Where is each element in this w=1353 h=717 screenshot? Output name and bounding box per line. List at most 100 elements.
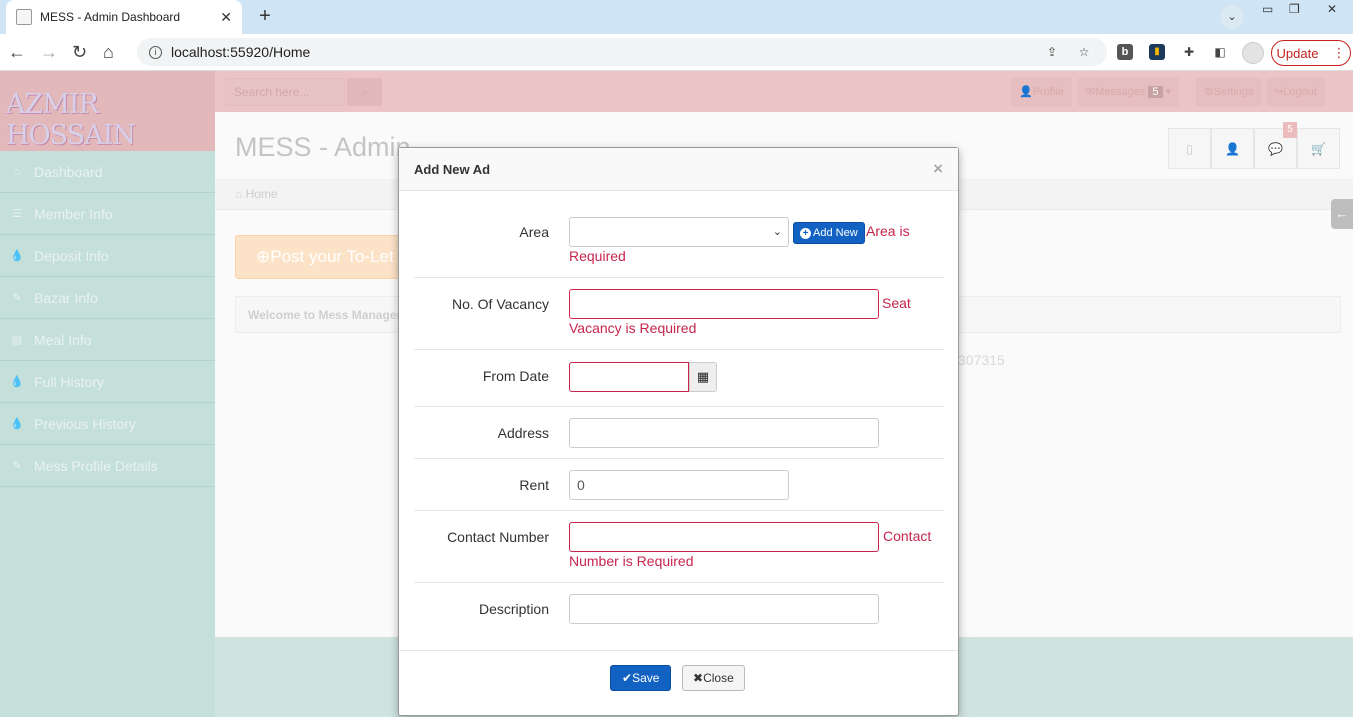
header-icon-group: ▯ 👤 💬 🛒 [1168,128,1340,169]
browser-tab[interactable]: MESS - Admin Dashboard ✕ [6,0,242,34]
logo-text: AZMIR HOSSAIN [6,89,136,151]
home-icon: ⌂ [235,187,243,201]
browser-toolbar: ← → ↻ ⌂ i localhost:55920/Home ⇪ ☆ b ▮ ✚… [0,34,1353,71]
new-tab-icon[interactable]: + [252,5,278,29]
save-label: Save [632,671,660,685]
bookmark-star-icon[interactable]: ☆ [1076,44,1092,60]
window-close-icon[interactable]: ✕ [1327,2,1337,16]
modal-footer: ✔Save ✖Close [399,650,958,716]
description-input[interactable] [569,594,879,624]
sidebar-item-dashboard[interactable]: ⌂ Dashboard [0,151,215,193]
plus-circle-icon: ⊕ [256,247,271,266]
notification-badge: 5 [1283,122,1297,138]
page-title: MESS - Admin [235,132,411,162]
document-icon[interactable]: ▯ [1168,128,1211,169]
list-icon: ☰ [12,208,22,220]
reload-icon[interactable]: ↻ [72,42,87,62]
area-error: Area is Required [569,223,910,264]
search-input[interactable]: Search here... [225,78,345,106]
rent-input[interactable] [569,470,789,500]
browser-tabbar: MESS - Admin Dashboard ✕ + ⌄ ▭ ❐ ✕ [0,0,1353,34]
from-date-input[interactable] [569,362,689,392]
drop-icon: 💧 [10,376,24,388]
extension-b-icon[interactable]: b [1117,44,1133,60]
from-date-label: From Date [482,368,549,384]
close-x-icon: ✖ [693,671,704,685]
check-icon: ✔ [622,671,633,685]
sidebar-item-meal-info[interactable]: ▤ Meal Info [0,319,215,361]
sidebar-item-previous-history[interactable]: 💧 Previous History [0,403,215,445]
user-icon[interactable]: 👤 [1211,128,1254,169]
tab-title: MESS - Admin Dashboard [40,10,181,24]
sidebar: ⌂ Dashboard ☰ Member Info 💧 Deposit Info ✎ B… [0,151,215,717]
sidebar-item-label: Deposit Info [34,247,109,264]
extensions-puzzle-icon[interactable]: ✚ [1181,44,1197,60]
close-label: Close [703,671,734,685]
post-to-let-button[interactable]: ⊕Post your To-Let [235,235,405,279]
sidebar-item-label: Full History [34,373,105,390]
tab-close-icon[interactable]: ✕ [220,9,232,26]
messages-link[interactable]: ✉Messages 5 ▾ [1078,78,1180,106]
sidebar-item-mess-profile-details[interactable]: ✎ Mess Profile Details [0,445,215,487]
modal-title: Add New Ad [414,161,491,177]
sidebar-item-member-info[interactable]: ☰ Member Info [0,193,215,235]
settings-label: Settings [1213,86,1254,98]
logout-link[interactable]: ↪Logout [1266,78,1325,106]
modal-close-icon[interactable]: × [933,159,943,179]
sidebar-item-deposit-info[interactable]: 💧 Deposit Info [0,235,215,277]
profile-avatar-icon[interactable] [1242,42,1264,64]
minimize-icon[interactable]: ▭ [1262,2,1273,16]
update-label: Update [1276,45,1319,61]
settings-link[interactable]: ⚙Settings [1196,78,1262,106]
sidebar-item-label: Previous History [34,415,136,432]
update-button[interactable]: Update ⋮ [1271,40,1351,66]
breadcrumb-home[interactable]: Home [246,187,278,201]
messages-badge: 5 [1148,86,1163,98]
home-icon: ⌂ [13,165,21,178]
search-icon[interactable]: ⌕ [347,78,382,106]
address-bar[interactable]: i localhost:55920/Home [137,38,1107,66]
post-to-let-label: Post your To-Let [270,247,394,266]
drop-icon: 💧 [10,418,24,430]
sidebar-item-label: Member Info [34,205,113,222]
modal-header: Add New Ad × [399,148,958,191]
messages-label: Messages [1095,86,1146,98]
home-icon[interactable]: ⌂ [103,42,114,62]
page-favicon-icon [16,9,32,25]
sidebar-item-label: Dashboard [34,163,103,180]
close-button[interactable]: ✖Close [682,665,745,691]
sidebar-item-label: Mess Profile Details [34,457,158,474]
profile-label: Profile [1032,86,1064,98]
logout-label: Logout [1283,86,1317,98]
restore-icon[interactable]: ❐ [1289,2,1300,16]
calendar-icon[interactable]: ▦ [689,362,717,392]
address-label: Address [497,425,549,441]
save-button[interactable]: ✔Save [610,665,672,691]
side-panel-icon[interactable]: ◧ [1212,44,1228,60]
forward-icon[interactable]: → [40,42,58,62]
back-icon[interactable]: ← [8,42,26,62]
sidebar-item-bazar-info[interactable]: ✎ Bazar Info [0,277,215,319]
cart-icon[interactable]: 🛒 [1297,128,1340,169]
tab-search-icon[interactable]: ⌄ [1220,5,1244,29]
url-text: localhost:55920/Home [171,44,311,60]
pencil-icon: ✎ [12,292,22,304]
pencil-icon: ✎ [12,460,22,472]
site-info-icon[interactable]: i [149,45,162,59]
kebab-menu-icon[interactable]: ⋮ [1332,45,1345,61]
collapse-arrow-icon[interactable]: ← [1331,199,1353,229]
description-label: Description [478,601,549,617]
vacancy-error: Seat Vacancy is Required [569,295,911,336]
sidebar-item-full-history[interactable]: 💧 Full History [0,361,215,403]
contact-label: Contact Number [447,529,549,545]
area-label: Area [519,224,549,240]
profile-link[interactable]: 👤Profile [1011,78,1072,106]
logo[interactable]: AZMIR HOSSAIN [0,71,215,151]
share-icon[interactable]: ⇪ [1044,44,1060,60]
vacancy-label: No. Of Vacancy [451,296,549,312]
address-input[interactable] [569,418,879,448]
add-new-ad-modal: Add New Ad × Area ⌄ + Add New Area is Req… [398,147,959,716]
rent-label: Rent [519,477,549,493]
book-icon: ▤ [11,334,23,346]
extension-chart-icon[interactable]: ▮ [1149,44,1165,60]
